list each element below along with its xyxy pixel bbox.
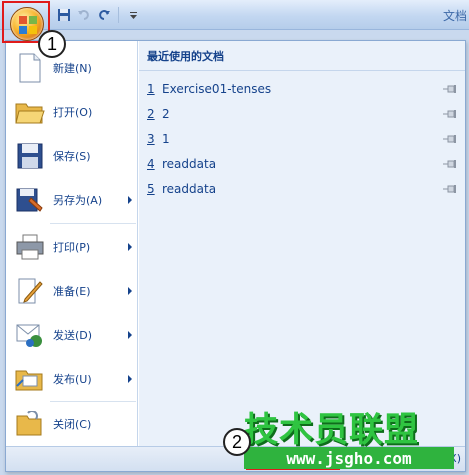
menu-item-close[interactable]: 关闭(C) (6, 402, 138, 446)
submenu-arrow-icon (128, 196, 132, 204)
prepare-icon (14, 275, 46, 307)
recent-document-number: 2 (147, 107, 155, 121)
menu-item-label: 发送(D) (53, 329, 93, 342)
recent-document-number: 1 (147, 82, 155, 96)
open-folder-icon (14, 96, 46, 128)
callout-2: 2 (223, 428, 251, 456)
menu-item-prepare[interactable]: 准备(E) (6, 269, 138, 313)
menu-item-label: 另存为(A) (53, 194, 103, 207)
menu-item-label: 准备(E) (53, 285, 91, 298)
new-document-icon (14, 52, 46, 84)
pin-icon[interactable] (443, 108, 457, 122)
customize-toolbar-icon[interactable] (125, 7, 141, 23)
save-as-icon (14, 184, 46, 216)
save-disk-icon (14, 140, 46, 172)
pin-icon[interactable] (443, 158, 457, 172)
office-button[interactable] (10, 7, 44, 41)
menu-item-label: 保存(S) (53, 150, 91, 163)
pin-icon[interactable] (443, 133, 457, 147)
pin-icon[interactable] (443, 183, 457, 197)
menu-item-print[interactable]: 打印(P) (6, 225, 138, 269)
menu-item-save-as[interactable]: 另存为(A) (6, 178, 138, 222)
menu-item-label: 发布(U) (53, 373, 92, 386)
publish-icon (14, 363, 46, 395)
recent-document[interactable]: 3 1 (147, 129, 459, 149)
undo-icon[interactable] (76, 7, 92, 23)
menu-item-label: 打印(P) (53, 241, 91, 254)
menu-divider (50, 223, 136, 224)
menu-item-send[interactable]: 发送(D) (6, 313, 138, 357)
menu-item-save[interactable]: 保存(S) (6, 134, 138, 178)
send-icon (14, 319, 46, 351)
submenu-arrow-icon (128, 375, 132, 383)
menu-item-publish[interactable]: 发布(U) (6, 357, 138, 401)
submenu-arrow-icon (128, 287, 132, 295)
recent-document-number: 4 (147, 157, 155, 171)
callout-1: 1 (38, 30, 66, 58)
watermark-url: www.jsgho.com (244, 447, 454, 469)
close-folder-icon (14, 408, 46, 440)
recent-document[interactable]: 2 2 (147, 104, 459, 124)
recent-document-number: 3 (147, 132, 155, 146)
recent-documents-header: 最近使用的文档 (139, 41, 465, 71)
recent-document-name: readdata (162, 157, 217, 171)
save-icon[interactable] (56, 7, 72, 23)
submenu-arrow-icon (128, 243, 132, 251)
recent-document-name: 2 (162, 107, 170, 121)
office-logo-icon (19, 16, 37, 34)
recent-document[interactable]: 1 Exercise01-tenses (147, 79, 459, 99)
recent-document-name: readdata (162, 182, 217, 196)
recent-document-number: 5 (147, 182, 155, 196)
menu-item-open[interactable]: 打开(O) (6, 90, 138, 134)
recent-document-name: 1 (162, 132, 170, 146)
submenu-arrow-icon (128, 331, 132, 339)
watermark-brand: 技术员联盟 (244, 410, 419, 450)
window-title: 文档 (442, 9, 467, 23)
redo-icon[interactable] (96, 7, 112, 23)
recent-document[interactable]: 5 readdata (147, 179, 459, 199)
recent-document-name: Exercise01-tenses (162, 82, 272, 96)
toolbar-divider (118, 7, 119, 23)
printer-icon (14, 231, 46, 263)
quick-access-toolbar (56, 7, 141, 23)
menu-item-new[interactable]: 新建(N) (6, 46, 138, 90)
recent-documents-panel: 最近使用的文档 1 Exercise01-tenses 2 2 3 1 4 re… (139, 41, 465, 446)
pin-icon[interactable] (443, 83, 457, 97)
title-bar: 文档 (0, 0, 469, 30)
menu-item-label: 新建(N) (53, 62, 92, 75)
menu-item-label: 打开(O) (53, 106, 93, 119)
menu-item-label: 关闭(C) (53, 418, 92, 431)
menu-commands: 新建(N) 打开(O) 保存(S) 另存为(A) 打印(P) 准备(E) 发送(… (6, 41, 138, 446)
recent-document[interactable]: 4 readdata (147, 154, 459, 174)
